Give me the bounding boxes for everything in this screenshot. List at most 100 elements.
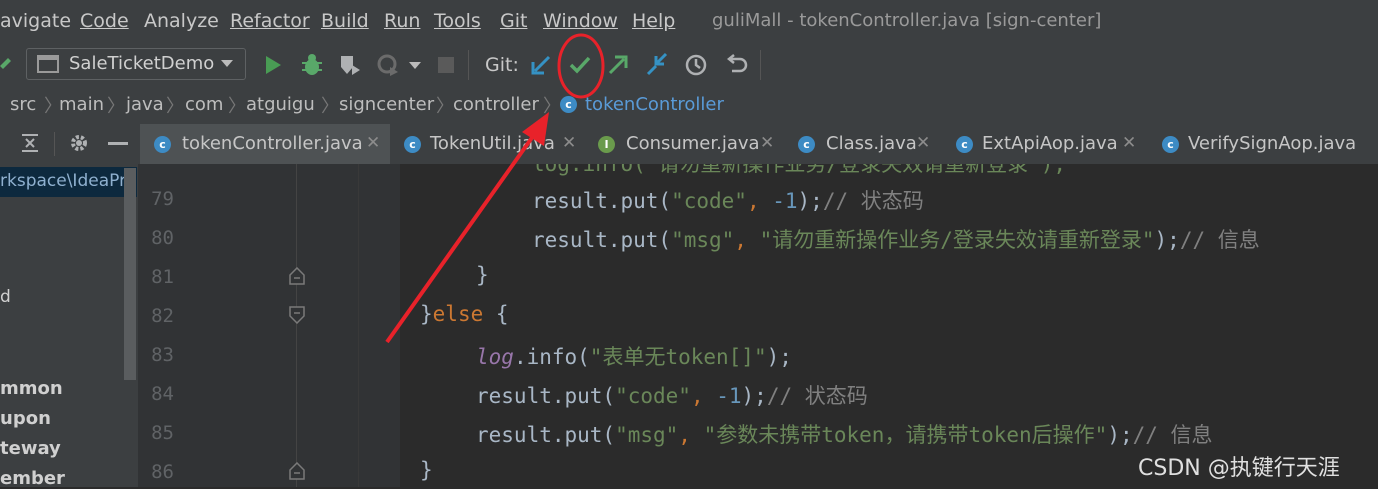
coverage-icon[interactable] (338, 53, 362, 77)
app-window-icon (37, 55, 59, 73)
menu-git[interactable]: Git (500, 10, 527, 32)
breadcrumb-src[interactable]: src (10, 94, 36, 115)
code-keyword: else (432, 302, 484, 326)
tree-item[interactable]: teway (0, 438, 61, 459)
tab-verifysignaop[interactable]: c VerifySignAop.java (1150, 124, 1378, 164)
breadcrumb-separator: 〉 (166, 96, 184, 117)
minimize-icon[interactable] (108, 142, 130, 146)
tree-item[interactable]: upon (0, 408, 51, 429)
stop-icon[interactable] (438, 57, 454, 73)
git-update-icon[interactable] (530, 54, 552, 76)
code-comment: // 状态码 (822, 189, 924, 213)
menu-build[interactable]: Build (321, 10, 369, 32)
code-text: ); (797, 189, 823, 213)
git-push-icon[interactable] (607, 54, 629, 76)
tree-item[interactable]: ember (0, 468, 65, 489)
close-icon[interactable]: ✕ (1122, 133, 1136, 153)
tab-label: Consumer.java (626, 133, 760, 154)
tab-extapiaop[interactable]: c ExtApiAop.java ✕ (944, 124, 1150, 164)
git-merge-icon[interactable] (644, 52, 670, 78)
code-text: result.put( (532, 228, 672, 252)
project-path[interactable]: rkspace\IdeaPro (0, 167, 137, 197)
close-icon[interactable]: ✕ (916, 133, 930, 153)
run-icon[interactable] (264, 55, 282, 75)
code-number: -1 (772, 189, 798, 213)
code-line-84: result.put("code", -1);// 状态码 (476, 380, 868, 410)
breadcrumb-tokencontroller[interactable]: tokenController (585, 94, 724, 115)
breadcrumb-com[interactable]: com (185, 94, 223, 115)
menu-help-label: Help (632, 10, 676, 32)
code-punct: , (678, 423, 704, 447)
git-label: Git: (485, 54, 519, 76)
close-icon[interactable]: ✕ (562, 133, 576, 153)
fold-start-icon[interactable] (289, 306, 305, 324)
line-number: 85 (151, 422, 174, 444)
hammer-icon[interactable] (0, 56, 12, 74)
code-string: "msg" (671, 228, 735, 252)
menu-refactor-label: Refactor (230, 10, 310, 32)
run-config-selector[interactable]: SaleTicketDemo (26, 48, 246, 80)
close-icon[interactable]: ✕ (760, 133, 774, 153)
rollback-icon[interactable] (724, 53, 748, 77)
fold-end-icon[interactable] (289, 462, 305, 480)
menu-code[interactable]: Code (80, 10, 129, 32)
tree-item[interactable]: mmon (0, 378, 63, 399)
class-icon: c (956, 136, 973, 153)
menu-run[interactable]: Run (384, 10, 420, 32)
tab-label: tokenController.java (182, 133, 363, 154)
menu-tools-label: Tools (434, 10, 481, 32)
code-text: } (476, 263, 489, 287)
code-text: ); (1107, 423, 1133, 447)
run-config-label: SaleTicketDemo (69, 53, 215, 74)
collapse-all-icon[interactable] (20, 132, 40, 154)
code-punct: , (746, 189, 773, 213)
code-string: "请勿重新操作业务/登录失效请重新登录" (759, 228, 1155, 252)
line-number: 79 (151, 188, 174, 210)
breadcrumb-atguigu[interactable]: atguigu (246, 94, 315, 115)
code-line-80: result.put("msg", "请勿重新操作业务/登录失效请重新登录");… (532, 224, 1260, 254)
menu-bar: avigate Code Analyze Refactor Build Run … (0, 0, 1378, 44)
breadcrumb-separator: 〉 (436, 96, 454, 117)
more-run-options-icon[interactable] (409, 62, 421, 70)
close-icon[interactable]: ✕ (366, 133, 380, 153)
project-tree-scrollbar[interactable] (124, 168, 136, 380)
code-number: -1 (716, 384, 742, 408)
history-clock-icon[interactable] (684, 53, 708, 77)
menu-navigate[interactable]: avigate (0, 10, 71, 32)
git-commit-check-icon[interactable] (568, 54, 592, 76)
breadcrumb-signcenter[interactable]: signcenter (339, 94, 434, 115)
menu-analyze[interactable]: Analyze (144, 10, 219, 32)
menu-help[interactable]: Help (632, 10, 675, 32)
tree-item[interactable]: d (0, 287, 11, 307)
code-text: } (420, 302, 433, 326)
menu-window[interactable]: Window (543, 10, 618, 32)
tab-class[interactable]: c Class.java ✕ (786, 124, 942, 164)
breadcrumb-main[interactable]: main (59, 94, 104, 115)
tab-tokenutil[interactable]: c TokenUtil.java ✕ (392, 124, 588, 164)
indent-guide (296, 164, 297, 487)
class-icon: c (560, 96, 577, 113)
profiler-icon[interactable] (376, 53, 402, 77)
tab-consumer[interactable]: I Consumer.java ✕ (588, 124, 786, 164)
line-number: 84 (151, 383, 174, 405)
class-icon: c (154, 136, 171, 153)
code-line-83: log.info("表单无token[]"); (476, 341, 792, 371)
breadcrumb-controller[interactable]: controller (453, 94, 539, 115)
gear-icon[interactable] (68, 132, 90, 154)
class-icon: c (798, 136, 815, 153)
debug-bug-icon[interactable] (300, 53, 324, 77)
menu-refactor[interactable]: Refactor (230, 10, 310, 32)
line-number: 81 (151, 266, 174, 288)
code-text: result.put( (532, 189, 672, 213)
fold-end-icon[interactable] (289, 267, 305, 285)
code-string: "msg" (615, 423, 679, 447)
code-comment: // 信息 (1179, 228, 1260, 252)
tab-label: Class.java (826, 133, 917, 154)
tab-tokencontroller[interactable]: c tokenController.java ✕ (140, 124, 390, 167)
tab-label: ExtApiAop.java (982, 133, 1118, 154)
breadcrumb-java[interactable]: java (126, 94, 164, 115)
panel-divider (54, 132, 55, 156)
breadcrumb-separator: 〉 (543, 96, 561, 117)
menu-tools[interactable]: Tools (434, 10, 481, 32)
code-line-85: result.put("msg", "参数未携带token，请携带token后操… (476, 419, 1213, 449)
